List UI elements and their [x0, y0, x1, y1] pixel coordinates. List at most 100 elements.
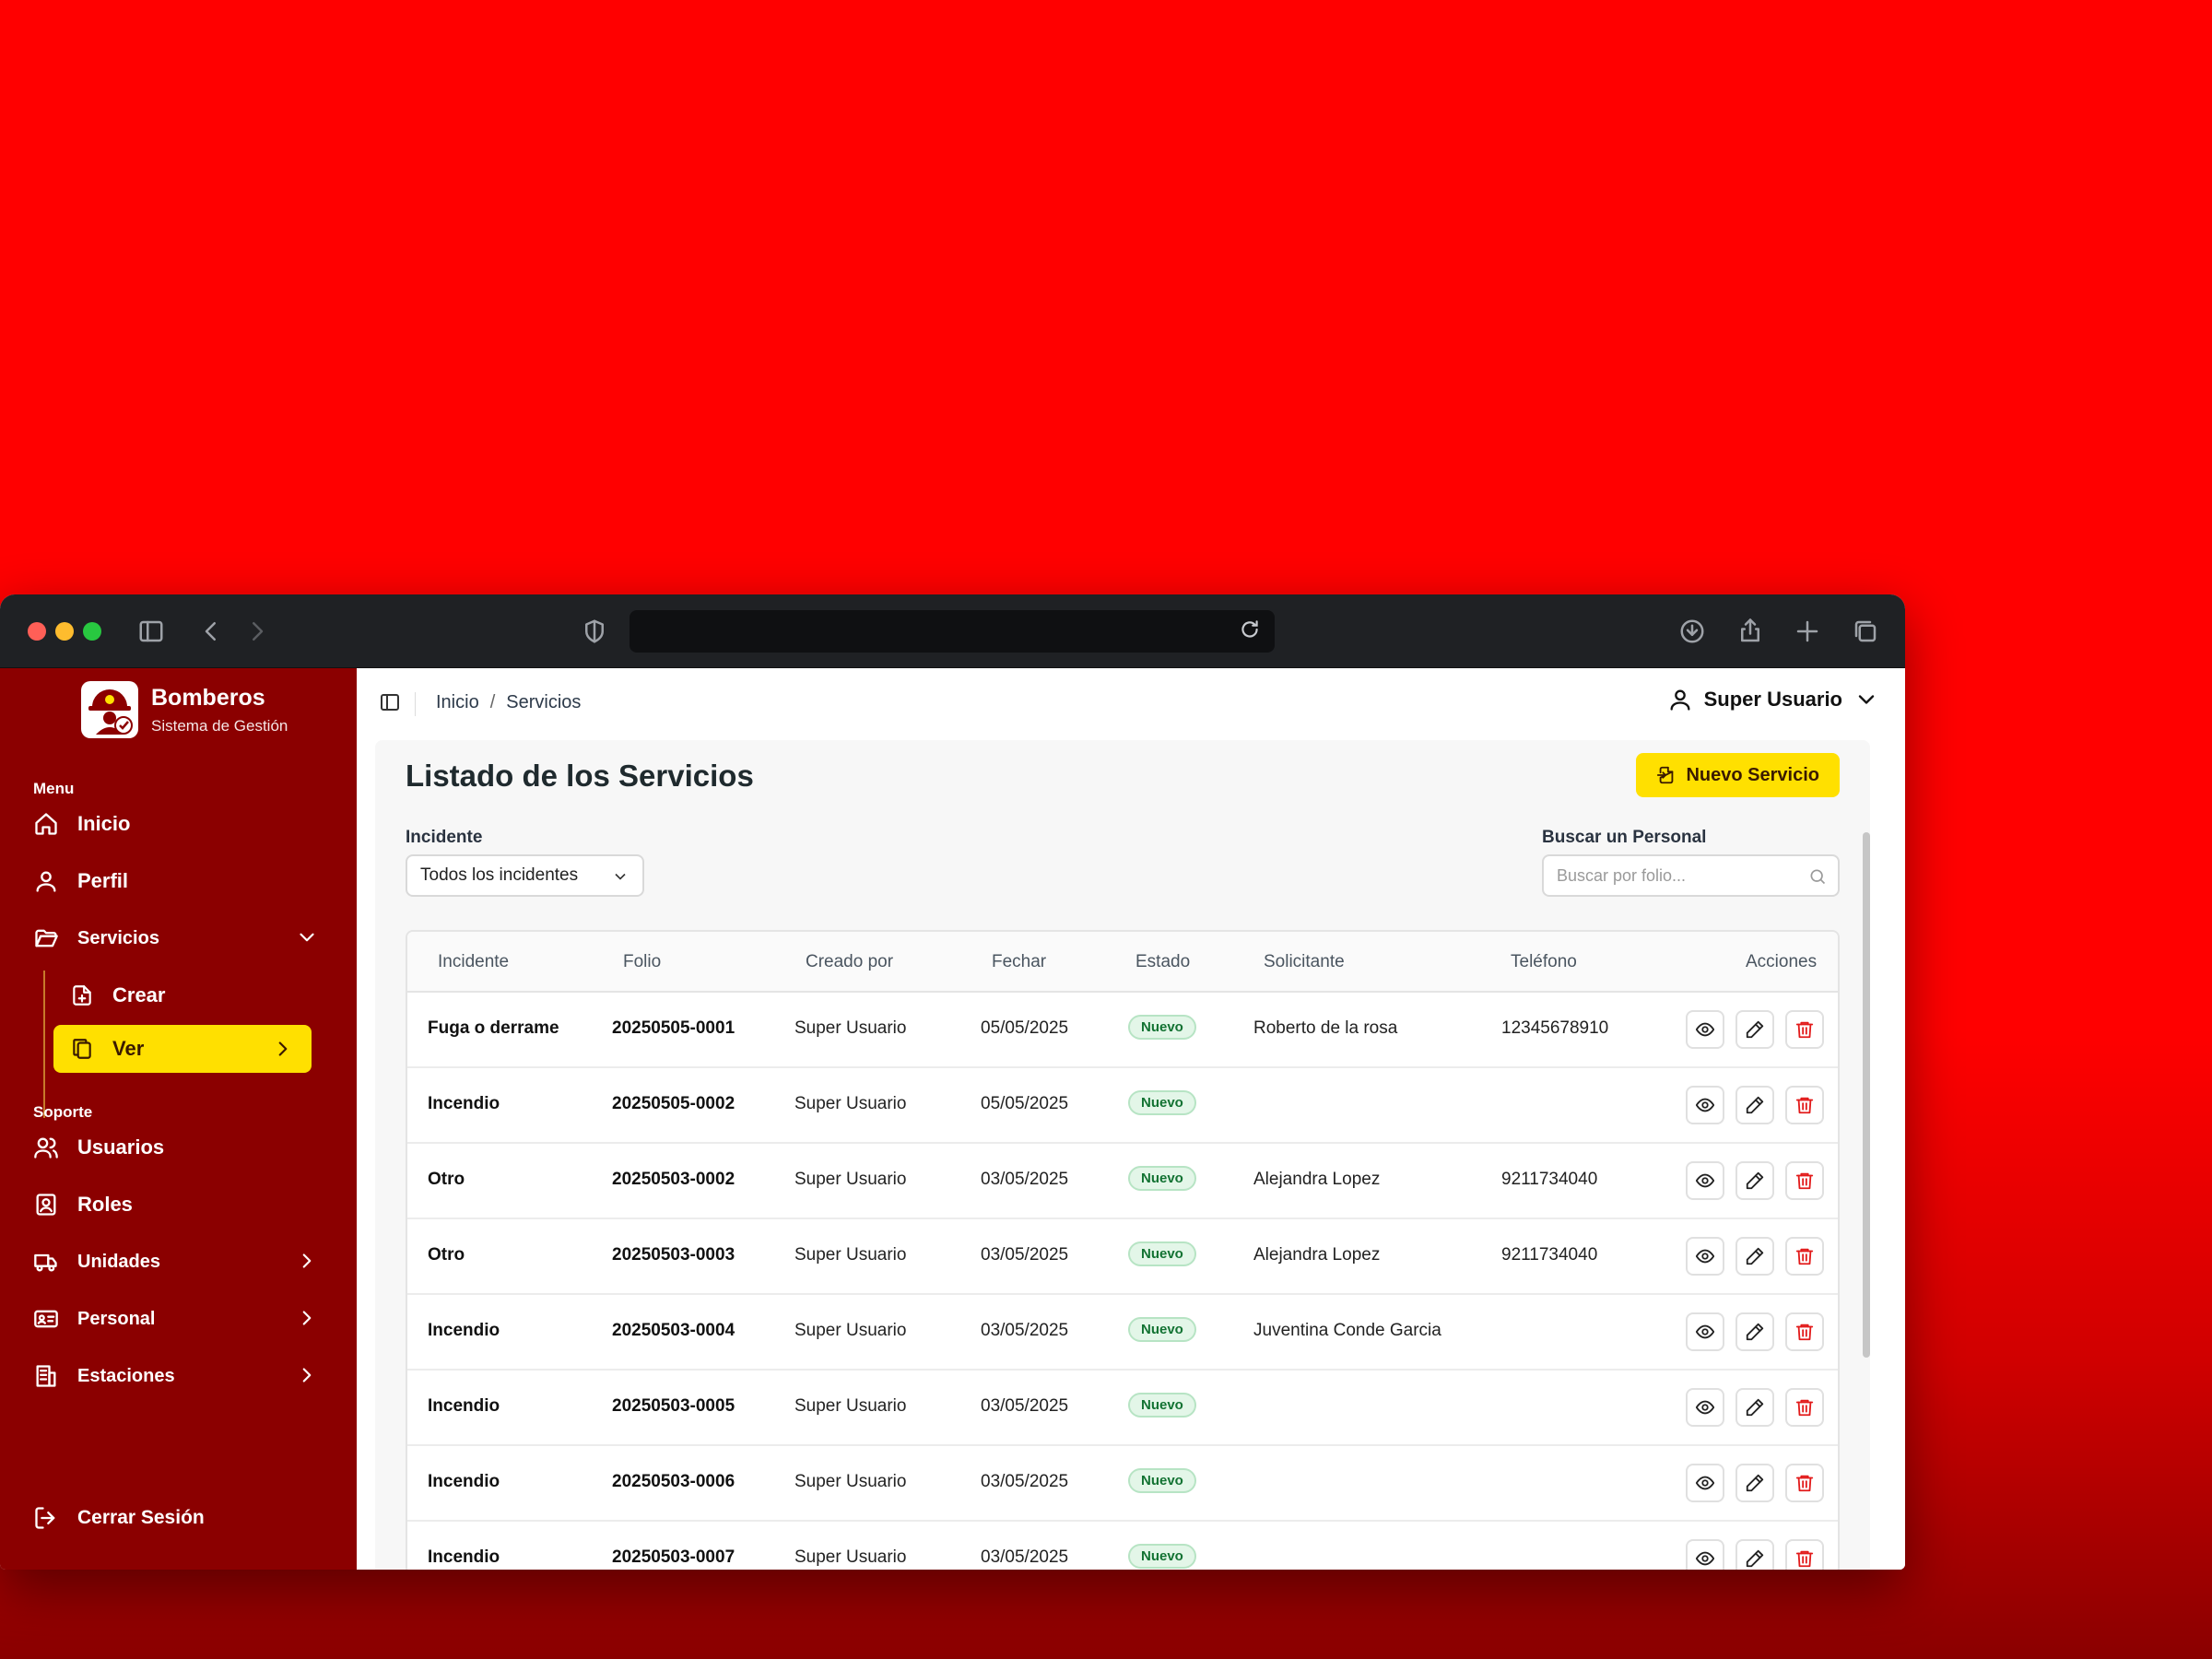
delete-button[interactable]	[1785, 1312, 1824, 1351]
incident-select[interactable]: Todos los incidentes	[406, 854, 644, 897]
view-button[interactable]	[1686, 1161, 1724, 1200]
sidebar-collapse-icon[interactable]	[379, 691, 403, 715]
edit-button[interactable]	[1735, 1539, 1774, 1570]
sidebar-item-roles[interactable]: Roles	[33, 1182, 319, 1228]
column-header[interactable]: Incidente	[438, 952, 509, 972]
delete-button[interactable]	[1785, 1010, 1824, 1049]
back-icon[interactable]	[194, 615, 228, 648]
cell-telefono: 9211734040	[1501, 1170, 1598, 1189]
logout-button[interactable]: Cerrar Sesión	[33, 1495, 319, 1541]
minimize-window-button[interactable]	[55, 622, 74, 641]
delete-button[interactable]	[1785, 1237, 1824, 1276]
cell-incidente: Fuga o derrame	[428, 1018, 559, 1038]
sidebar-subitem-crear[interactable]: Crear	[53, 971, 312, 1019]
new-tab-icon[interactable]	[1791, 615, 1824, 648]
new-service-label: Nuevo Servicio	[1686, 764, 1819, 785]
sidebar-toggle-icon[interactable]	[135, 615, 168, 648]
table-row[interactable]: Incendio 20250503-0004 Super Usuario 03/05/…	[407, 1295, 1838, 1371]
cell-solicitante: Roberto de la rosa	[1253, 1018, 1398, 1038]
delete-button[interactable]	[1785, 1086, 1824, 1124]
table-row[interactable]: Otro 20250503-0002 Super Usuario 03/05/2025…	[407, 1144, 1838, 1219]
sidebar-item-servicios[interactable]: Servicios	[33, 915, 319, 961]
privacy-shield-icon[interactable]	[578, 615, 611, 648]
edit-button[interactable]	[1735, 1010, 1774, 1049]
sidebar-item-estaciones[interactable]: Estaciones	[33, 1353, 319, 1399]
cell-solicitante: Alejandra Lopez	[1253, 1170, 1381, 1189]
breadcrumb: Inicio / Servicios	[436, 692, 581, 713]
sidebar-item-perfil[interactable]: Perfil	[33, 858, 319, 904]
eye-icon	[1695, 1551, 1715, 1566]
table-row[interactable]: Incendio 20250503-0006 Super Usuario 03/05/…	[407, 1446, 1838, 1522]
brand[interactable]: Bomberos Sistema de Gestión	[79, 679, 288, 740]
incident-select-value: Todos los incidentes	[420, 865, 579, 885]
view-button[interactable]	[1686, 1010, 1724, 1049]
edit-button[interactable]	[1735, 1086, 1774, 1124]
view-button[interactable]	[1686, 1312, 1724, 1351]
column-header[interactable]: Creado por	[806, 952, 893, 972]
column-header[interactable]: Solicitante	[1264, 952, 1345, 972]
edit-button[interactable]	[1735, 1237, 1774, 1276]
download-icon[interactable]	[1676, 615, 1709, 648]
new-service-button[interactable]: Nuevo Servicio	[1636, 753, 1840, 797]
cell-incidente: Incendio	[428, 1321, 500, 1340]
table-row[interactable]: Incendio 20250503-0007 Super Usuario 03/05/…	[407, 1522, 1838, 1570]
pencil-icon	[1746, 1247, 1764, 1265]
column-header[interactable]: Teléfono	[1511, 952, 1577, 972]
forward-icon[interactable]	[241, 615, 274, 648]
reload-icon[interactable]	[1238, 618, 1265, 645]
table-row[interactable]: Incendio 20250503-0005 Super Usuario 03/05/…	[407, 1371, 1838, 1446]
view-button[interactable]	[1686, 1388, 1724, 1427]
sidebar-item-label: Roles	[77, 1193, 133, 1216]
home-icon	[35, 813, 57, 835]
cell-creado-por: Super Usuario	[794, 1018, 907, 1038]
sidebar-item-unidades[interactable]: Unidades	[33, 1239, 319, 1285]
cell-fecha: 03/05/2025	[981, 1547, 1069, 1567]
cell-folio: 20250503-0007	[612, 1547, 735, 1567]
table-row[interactable]: Fuga o derrame 20250505-0001 Super Usuario…	[407, 993, 1838, 1068]
tab-overview-icon[interactable]	[1849, 615, 1882, 648]
sidebar-item-usuarios[interactable]: Usuarios	[33, 1124, 319, 1171]
sidebar-item-label: Personal	[77, 1308, 156, 1329]
table-row[interactable]: Incendio 20250505-0002 Super Usuario 05/05/…	[407, 1068, 1838, 1144]
file-plus-icon	[73, 985, 91, 1006]
breadcrumb-separator: /	[489, 692, 496, 712]
view-button[interactable]	[1686, 1464, 1724, 1502]
users-icon	[34, 1137, 58, 1159]
scrollbar[interactable]	[1863, 832, 1870, 1358]
sidebar-subitem-ver[interactable]: Ver	[53, 1025, 312, 1073]
table-row[interactable]: Otro 20250503-0003 Super Usuario 03/05/2025…	[407, 1219, 1838, 1295]
user-menu[interactable]: Super Usuario	[1667, 687, 1879, 712]
search-icon[interactable]	[1808, 867, 1827, 886]
divider	[415, 692, 416, 716]
sidebar-item-personal[interactable]: Personal	[33, 1296, 319, 1342]
breadcrumb-home-link[interactable]: Inicio	[436, 692, 479, 713]
address-bar[interactable]	[629, 610, 1275, 653]
edit-button[interactable]	[1735, 1312, 1774, 1351]
maximize-window-button[interactable]	[83, 622, 101, 641]
edit-button[interactable]	[1735, 1464, 1774, 1502]
view-button[interactable]	[1686, 1086, 1724, 1124]
cell-fecha: 03/05/2025	[981, 1170, 1069, 1189]
services-table: Incidente Folio Creado por Fechar Estado…	[406, 930, 1840, 1570]
search-field[interactable]	[1542, 854, 1840, 897]
view-button[interactable]	[1686, 1539, 1724, 1570]
sidebar-item-inicio[interactable]: Inicio	[33, 801, 319, 847]
delete-button[interactable]	[1785, 1464, 1824, 1502]
view-button[interactable]	[1686, 1237, 1724, 1276]
column-header[interactable]: Folio	[623, 952, 661, 972]
search-input[interactable]	[1544, 856, 1793, 895]
edit-button[interactable]	[1735, 1388, 1774, 1427]
search-label: Buscar un Personal	[1542, 828, 1707, 847]
trash-icon	[1795, 1248, 1814, 1265]
close-window-button[interactable]	[28, 622, 46, 641]
delete-button[interactable]	[1785, 1388, 1824, 1427]
cell-incidente: Incendio	[428, 1472, 500, 1491]
edit-button[interactable]	[1735, 1161, 1774, 1200]
truck-icon	[34, 1253, 57, 1272]
column-header[interactable]: Estado	[1135, 952, 1190, 972]
delete-button[interactable]	[1785, 1539, 1824, 1570]
column-header[interactable]: Fechar	[992, 952, 1046, 972]
topbar: Inicio / Servicios Super Usuario	[357, 668, 1905, 740]
share-icon[interactable]	[1734, 615, 1767, 648]
delete-button[interactable]	[1785, 1161, 1824, 1200]
